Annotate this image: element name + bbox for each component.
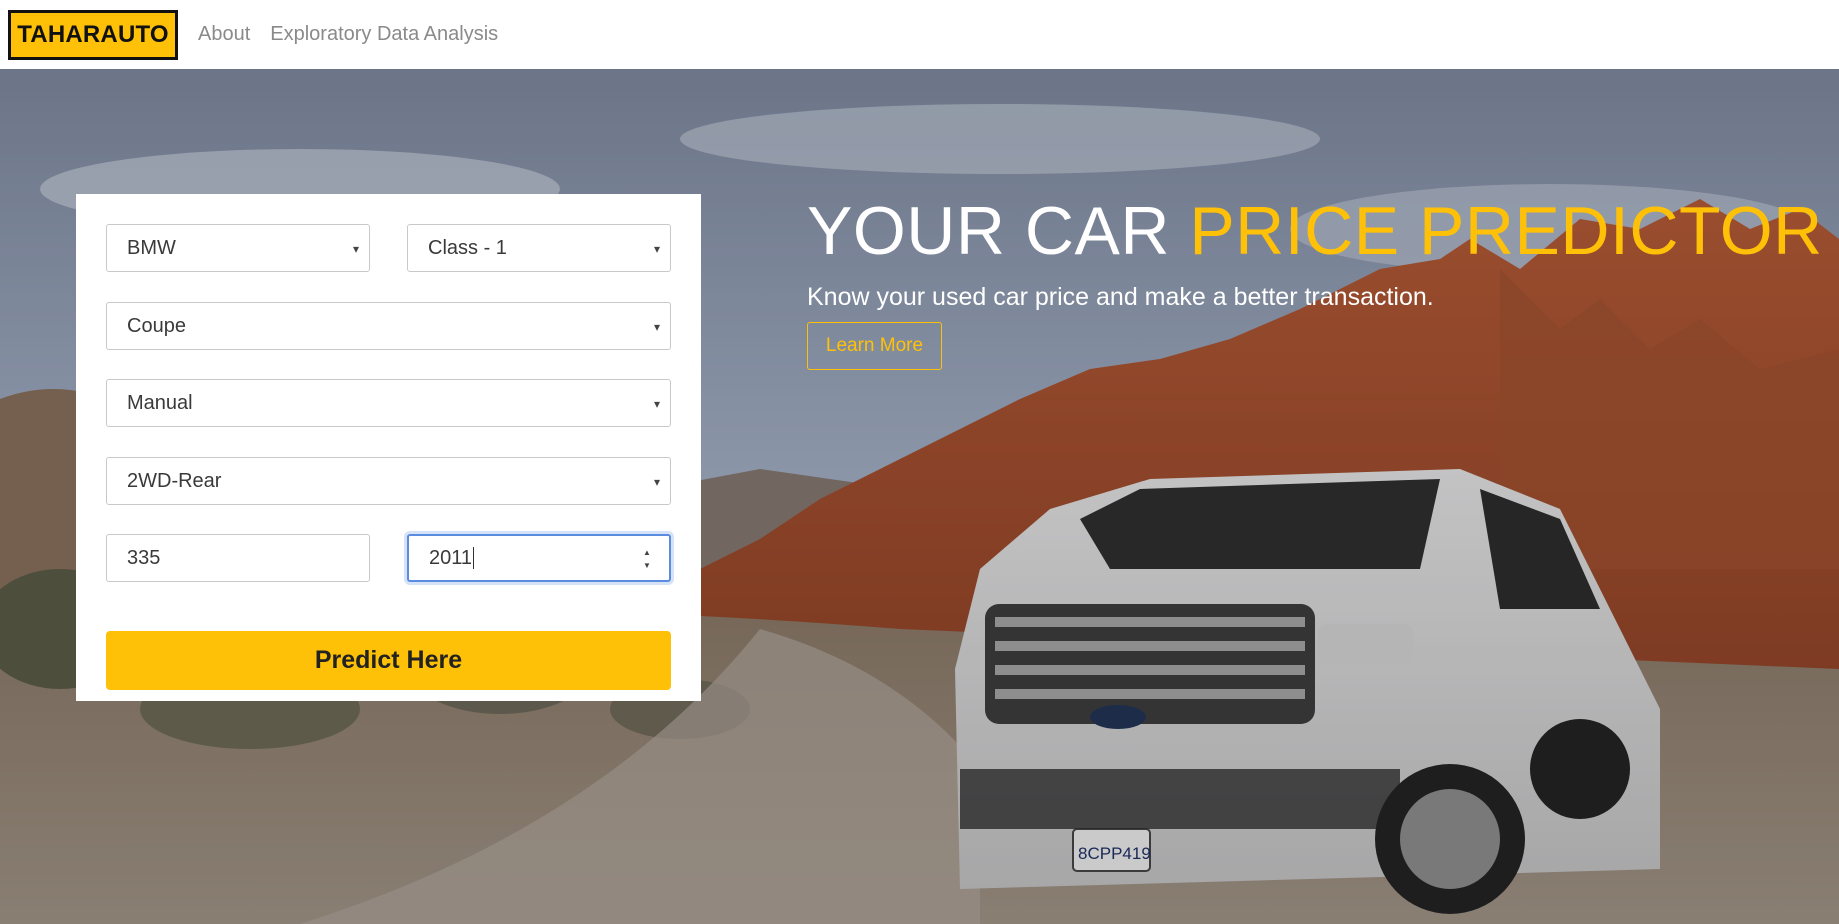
chevron-down-icon: ▾	[653, 397, 660, 411]
brand-logo[interactable]: TAHARAUTO	[8, 9, 178, 60]
body-type-select[interactable]: Coupe ▾	[106, 302, 671, 350]
chevron-down-icon: ▾	[653, 475, 660, 489]
predict-form-card: BMW ▾ Class - 1 ▾ Coupe ▾ Manual ▾ 2WD-R…	[76, 194, 701, 701]
chevron-down-icon: ▾	[352, 242, 359, 256]
chevron-down-icon: ▾	[653, 242, 660, 256]
text-cursor	[473, 547, 475, 569]
model-input[interactable]: 335	[106, 534, 370, 582]
make-select-value: BMW	[127, 236, 176, 259]
class-select[interactable]: Class - 1 ▾	[407, 224, 671, 272]
spin-up-icon[interactable]: ▲	[643, 548, 651, 557]
hero-section: 8CPP419 BMW ▾ Class - 1 ▾ Coupe ▾ Manual…	[0, 69, 1839, 924]
drive-type-select-value: 2WD-Rear	[127, 469, 222, 492]
learn-more-button[interactable]: Learn More	[807, 322, 942, 370]
hero-title-accent: PRICE PREDICTOR	[1189, 193, 1823, 269]
predict-button[interactable]: Predict Here	[106, 631, 671, 690]
hero-title-white: YOUR CAR	[807, 193, 1190, 269]
nav-link-about[interactable]: About	[198, 23, 250, 46]
hero-title: YOUR CAR PRICE PREDICTOR	[807, 192, 1823, 270]
chevron-down-icon: ▾	[653, 320, 660, 334]
transmission-select-value: Manual	[127, 391, 193, 414]
transmission-select[interactable]: Manual ▾	[106, 379, 671, 427]
model-input-value: 335	[127, 546, 161, 569]
nav-link-eda[interactable]: Exploratory Data Analysis	[270, 23, 498, 46]
make-select[interactable]: BMW ▾	[106, 224, 370, 272]
year-input[interactable]: 2011 ▲ ▼	[407, 534, 671, 582]
year-input-value: 2011	[429, 546, 473, 569]
body-type-select-value: Coupe	[127, 314, 186, 337]
class-select-value: Class - 1	[428, 236, 507, 259]
hero-subtitle: Know your used car price and make a bett…	[807, 283, 1434, 311]
navbar: TAHARAUTO About Exploratory Data Analysi…	[0, 0, 1839, 69]
drive-type-select[interactable]: 2WD-Rear ▾	[106, 457, 671, 505]
year-spinner[interactable]: ▲ ▼	[641, 548, 653, 570]
spin-down-icon[interactable]: ▼	[643, 561, 651, 570]
